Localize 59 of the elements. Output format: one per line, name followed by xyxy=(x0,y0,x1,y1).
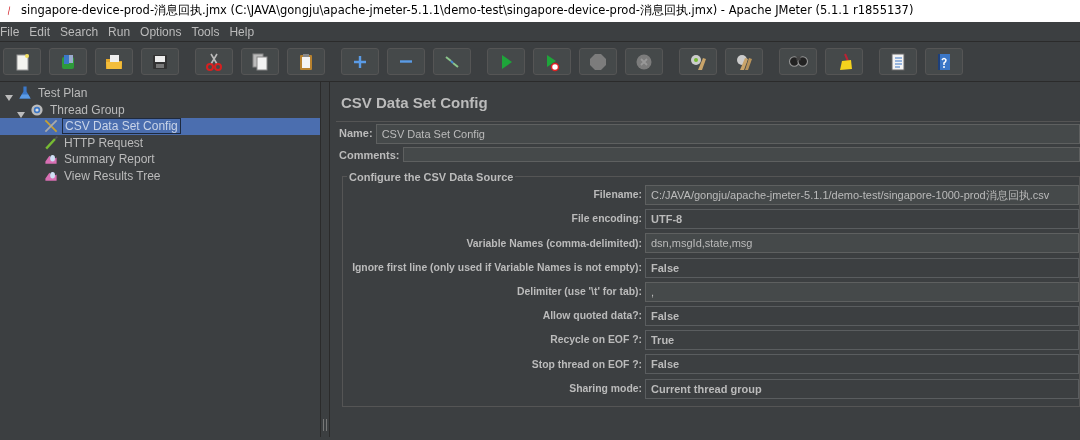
tree-item[interactable]: CSV Data Set Config xyxy=(0,118,320,135)
binoculars-icon xyxy=(788,56,808,67)
comments-field[interactable] xyxy=(402,147,1080,163)
pipette-icon xyxy=(43,134,59,151)
toolbar-button[interactable] xyxy=(533,48,571,75)
toolbar-button[interactable] xyxy=(679,48,717,75)
tree-item[interactable]: Thread Group xyxy=(0,101,320,118)
panel-title: CSV Data Set Config xyxy=(341,93,489,113)
copy-icon xyxy=(250,51,270,72)
toolbar-button[interactable] xyxy=(287,48,325,75)
tree-item[interactable]: Summary Report xyxy=(0,151,320,168)
minus-icon xyxy=(400,60,412,63)
name-field[interactable]: CSV Data Set Config xyxy=(375,123,1080,144)
toolbar-button[interactable] xyxy=(879,48,917,75)
field-label: Variable Names (comma-delimited): xyxy=(465,236,643,251)
toolbar-button[interactable] xyxy=(825,48,863,75)
field-label: Name: xyxy=(339,126,373,142)
dropdown-field[interactable]: True xyxy=(645,330,1079,351)
window-title: singapore-device-prod-消息回执.jmx (C:\JAVA\gongju\apache-jmeter-5.1.1\demo-test\singapore-device-prod-消息回执.jmx) - Apache JMeter (5.1.1 r1855137) xyxy=(21,2,914,20)
cut-icon xyxy=(204,51,224,72)
splitter-grip-icon[interactable] xyxy=(323,419,327,431)
flask-icon xyxy=(17,85,33,102)
tree-item[interactable]: Test Plan xyxy=(0,85,320,102)
input-field[interactable]: dsn,msgId,state,msg xyxy=(645,233,1079,254)
field-label: File encoding: xyxy=(570,212,643,227)
dropdown-field[interactable]: False xyxy=(645,354,1079,375)
menu-item[interactable]: Search xyxy=(55,22,104,41)
toolbar-button[interactable] xyxy=(3,48,41,75)
tree-item[interactable]: View Results Tree xyxy=(0,167,320,184)
field-label: Stop thread on EOF ?: xyxy=(530,357,643,372)
menu-item[interactable]: File xyxy=(0,22,25,41)
field-label: Recycle on EOF ?: xyxy=(549,333,643,348)
stop-icon xyxy=(588,51,608,72)
field-label: Filename: xyxy=(592,188,643,203)
toolbar-button[interactable] xyxy=(141,48,179,75)
toolbar-button[interactable] xyxy=(241,48,279,75)
tree-item[interactable]: HTTP Request xyxy=(0,134,320,151)
gear-icon xyxy=(29,101,45,118)
field-label: Sharing mode: xyxy=(568,381,643,396)
dropdown-field[interactable]: Current thread group xyxy=(645,378,1079,399)
toolbar-button[interactable] xyxy=(725,48,763,75)
menu-item[interactable]: Run xyxy=(103,22,136,41)
field-label: Delimiter (use '\t' for tab): xyxy=(515,285,643,300)
menu-item[interactable]: Help xyxy=(224,22,260,41)
field-label: Ignore first line (only used if Variable Names is not empty): xyxy=(351,260,643,275)
toolbar-button[interactable] xyxy=(925,48,963,75)
menu-item[interactable]: Tools xyxy=(186,22,225,41)
input-field[interactable]: , xyxy=(645,281,1079,302)
field-label: Allow quoted data?: xyxy=(541,309,643,324)
input-field[interactable]: C:/JAVA/gongju/apache-jmeter-5.1.1/demo-test/singapore-1000-prod消息回执.csv xyxy=(645,185,1079,206)
dropdown-field[interactable]: False xyxy=(645,306,1079,327)
notebook-icon xyxy=(888,51,908,72)
menu-item[interactable]: Options xyxy=(135,22,187,41)
menu-item[interactable]: Edit xyxy=(24,22,56,41)
field-label: Comments: xyxy=(339,147,400,163)
toolbar-button[interactable] xyxy=(95,48,133,75)
dropdown-field[interactable]: UTF-8 xyxy=(645,209,1079,230)
tools-icon xyxy=(43,118,59,135)
dropdown-field[interactable]: False xyxy=(645,257,1079,278)
